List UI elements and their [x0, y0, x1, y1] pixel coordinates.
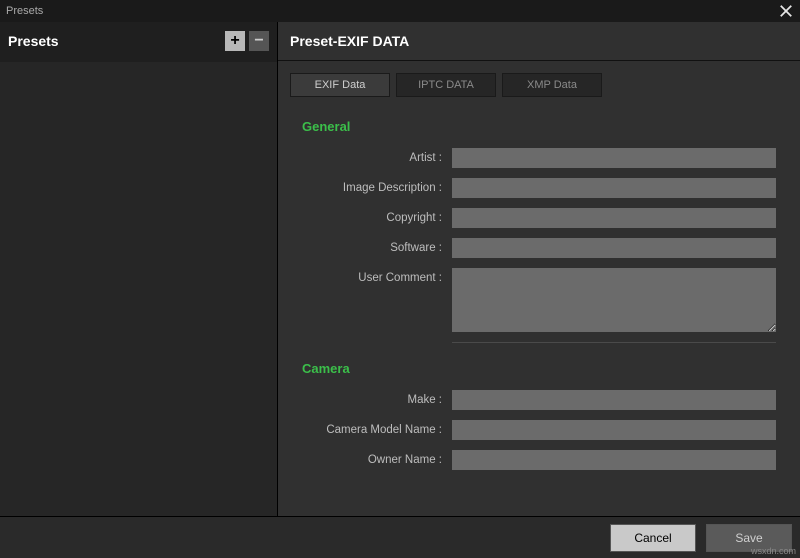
sidebar-heading: Presets — [8, 33, 59, 49]
field-image-description: Image Description : — [302, 178, 776, 198]
input-software[interactable] — [452, 238, 776, 258]
cancel-button[interactable]: Cancel — [610, 524, 696, 552]
save-button[interactable]: Save — [706, 524, 792, 552]
divider — [278, 60, 800, 61]
field-copyright: Copyright : — [302, 208, 776, 228]
input-copyright[interactable] — [452, 208, 776, 228]
plus-icon: + — [230, 32, 239, 50]
label-image-description: Image Description : — [302, 178, 452, 198]
label-artist: Artist : — [302, 148, 452, 168]
field-owner-name: Owner Name : — [302, 450, 776, 470]
input-image-description[interactable] — [452, 178, 776, 198]
close-button[interactable] — [778, 3, 794, 19]
remove-preset-button[interactable]: − — [249, 31, 269, 51]
metadata-tabs: EXIF Data IPTC DATA XMP Data — [290, 73, 800, 97]
tab-iptc-data[interactable]: IPTC DATA — [396, 73, 496, 97]
input-owner-name[interactable] — [452, 450, 776, 470]
window-body: Presets + − Preset-EXIF DATA EXIF Data I… — [0, 22, 800, 516]
presets-sidebar: Presets + − — [0, 22, 278, 516]
add-preset-button[interactable]: + — [225, 31, 245, 51]
dialog-footer: Cancel Save — [0, 516, 800, 558]
window-title: Presets — [6, 5, 43, 17]
field-user-comment: User Comment : — [302, 268, 776, 332]
section-general-title: General — [302, 119, 776, 134]
field-camera-model-name: Camera Model Name : — [302, 420, 776, 440]
label-owner-name: Owner Name : — [302, 450, 452, 470]
tab-exif-data[interactable]: EXIF Data — [290, 73, 390, 97]
tab-xmp-data[interactable]: XMP Data — [502, 73, 602, 97]
main-panel: Preset-EXIF DATA EXIF Data IPTC DATA XMP… — [278, 22, 800, 516]
form-area: General Artist : Image Description : Cop… — [278, 97, 800, 516]
label-copyright: Copyright : — [302, 208, 452, 228]
label-camera-model-name: Camera Model Name : — [302, 420, 452, 440]
preset-list[interactable] — [0, 62, 277, 516]
panel-title: Preset-EXIF DATA — [278, 22, 800, 60]
presets-window: Presets Presets + − — [0, 0, 800, 558]
input-artist[interactable] — [452, 148, 776, 168]
label-make: Make : — [302, 390, 452, 410]
input-camera-model-name[interactable] — [452, 420, 776, 440]
input-make[interactable] — [452, 390, 776, 410]
section-camera-title: Camera — [302, 361, 776, 376]
sidebar-buttons: + − — [225, 31, 269, 51]
titlebar: Presets — [0, 0, 800, 22]
input-user-comment[interactable] — [452, 268, 776, 332]
field-software: Software : — [302, 238, 776, 258]
label-user-comment: User Comment : — [302, 268, 452, 288]
section-divider — [452, 342, 776, 343]
sidebar-header: Presets + − — [0, 22, 277, 60]
field-artist: Artist : — [302, 148, 776, 168]
field-make: Make : — [302, 390, 776, 410]
close-icon — [779, 4, 793, 18]
label-software: Software : — [302, 238, 452, 258]
minus-icon: − — [254, 32, 263, 50]
